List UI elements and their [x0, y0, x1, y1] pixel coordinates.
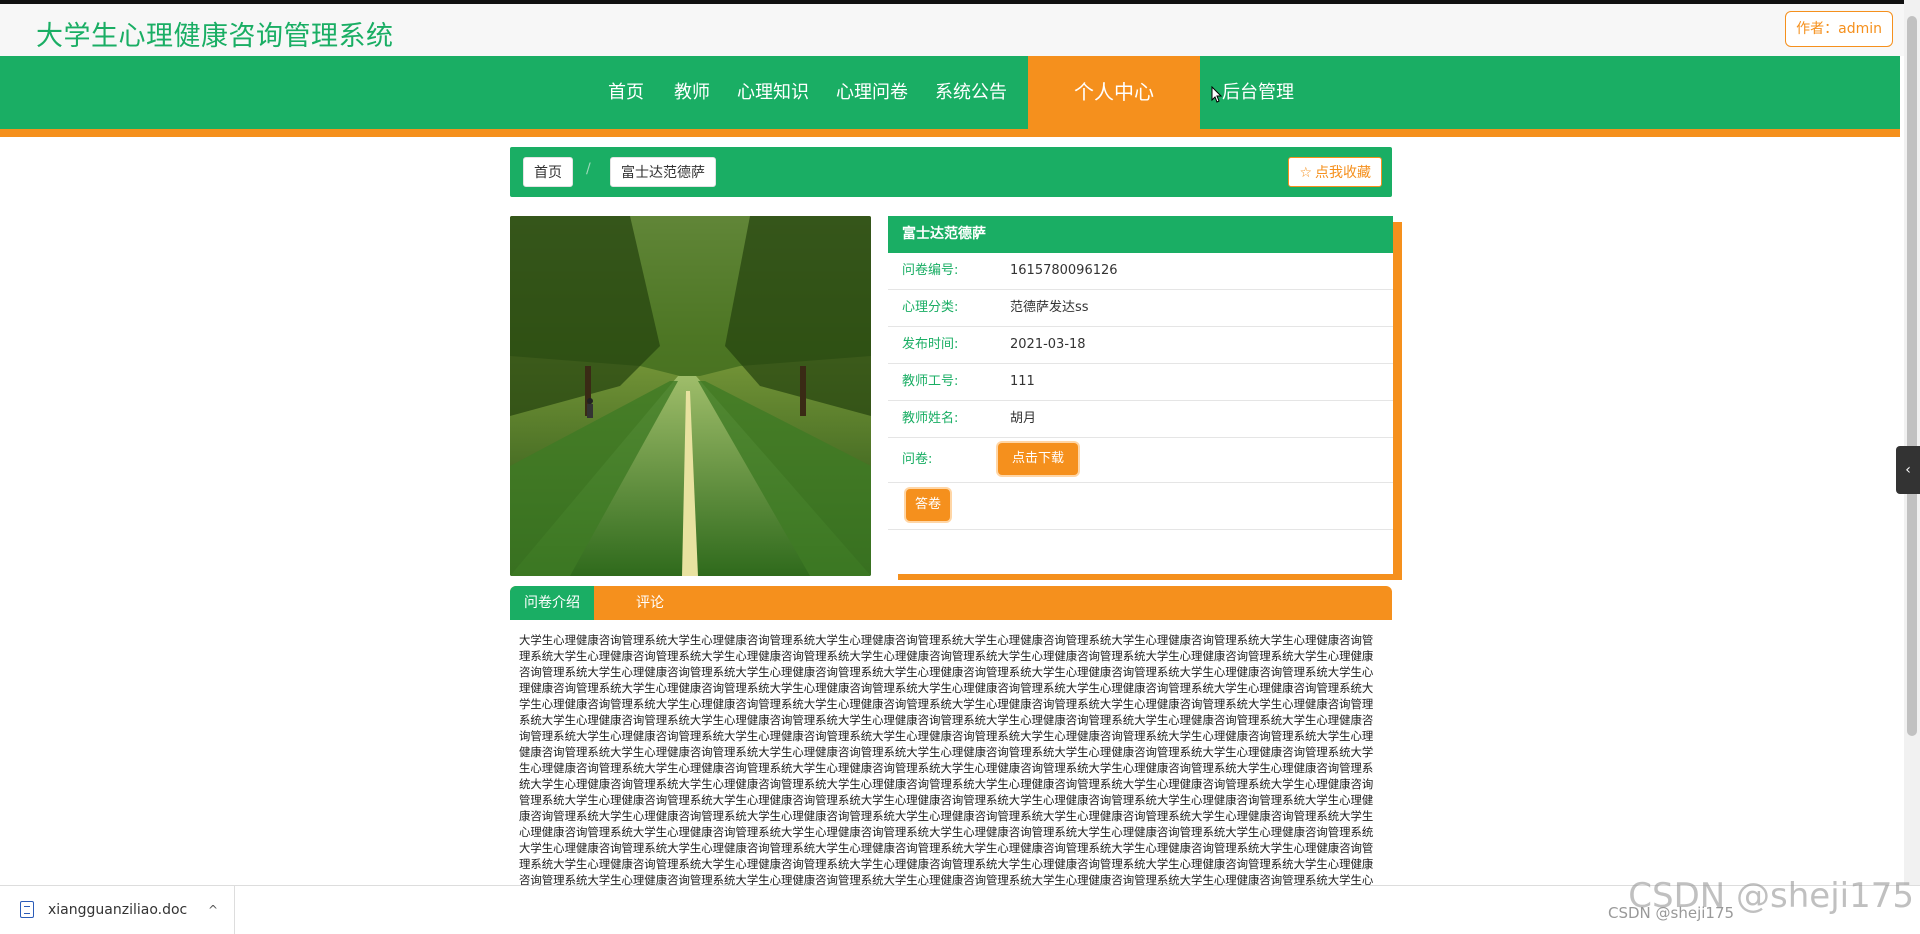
header: 大学生心理健康咨询管理系统 作者：admin: [0, 4, 1920, 56]
detail-label: 问卷编号:: [902, 263, 959, 278]
detail-label: 心理分类:: [902, 300, 959, 315]
watermark: CSDN @sheji175: [1628, 876, 1914, 916]
survey-description: 大学生心理健康咨询管理系统大学生心理健康咨询管理系统大学生心理健康咨询管理系统大…: [519, 633, 1374, 885]
tab-comments[interactable]: 评论: [610, 586, 690, 620]
main-nav: 首页 教师 心理知识 心理问卷 系统公告 后台管理: [0, 56, 1900, 129]
answer-button[interactable]: 答卷: [906, 489, 951, 521]
detail-label: 教师姓名:: [902, 411, 959, 426]
breadcrumb-separator: /: [586, 161, 591, 177]
site-title: 大学生心理健康咨询管理系统: [36, 21, 394, 52]
detail-value: 胡月: [1010, 411, 1037, 426]
nav-home[interactable]: 首页: [608, 56, 644, 129]
detail-label: 发布时间:: [902, 337, 959, 352]
survey-image: [510, 216, 871, 576]
detail-panel: 富士达范德萨 问卷编号: 1615780096126 心理分类: 范德萨发达ss…: [888, 216, 1393, 574]
download-item[interactable]: xiangguanziliao.doc ^: [16, 886, 235, 934]
download-button[interactable]: 点击下载: [998, 443, 1079, 475]
survey-label: 问卷:: [902, 452, 933, 467]
breadcrumb-home[interactable]: 首页: [523, 157, 573, 187]
breadcrumb-current[interactable]: 富士达范德萨: [610, 157, 716, 187]
doc-file-icon: [20, 901, 34, 918]
nav-admin[interactable]: 后台管理: [1222, 56, 1294, 129]
detail-label: 教师工号:: [902, 374, 959, 389]
nav-knowledge[interactable]: 心理知识: [737, 56, 809, 129]
author-badge[interactable]: 作者：admin: [1785, 11, 1893, 47]
detail-row: 发布时间: 2021-03-18: [888, 327, 1393, 364]
detail-row: 心理分类: 范德萨发达ss: [888, 290, 1393, 327]
breadcrumb: 首页 / 富士达范德萨 ☆ 点我收藏: [510, 147, 1392, 197]
tab-intro[interactable]: 问卷介绍: [510, 586, 594, 620]
side-panel-toggle[interactable]: ‹: [1896, 446, 1920, 494]
detail-value: 2021-03-18: [1010, 337, 1086, 352]
favorite-button[interactable]: ☆ 点我收藏: [1288, 157, 1382, 187]
detail-row: 教师姓名: 胡月: [888, 401, 1393, 438]
download-filename: xiangguanziliao.doc: [48, 902, 188, 918]
star-icon: ☆: [1299, 165, 1312, 181]
nav-underline: [0, 129, 1900, 137]
nav-questionnaire[interactable]: 心理问卷: [836, 56, 908, 129]
detail-value: 范德萨发达ss: [1010, 300, 1089, 315]
detail-value: 111: [1010, 374, 1035, 389]
chevron-up-icon[interactable]: ^: [208, 886, 218, 934]
nav-personal-center[interactable]: 个人中心: [1028, 56, 1200, 137]
detail-title: 富士达范德萨: [888, 216, 1393, 253]
detail-row: 教师工号: 111: [888, 364, 1393, 401]
detail-value: 1615780096126: [1010, 263, 1118, 278]
mouse-cursor-icon: [1211, 86, 1223, 103]
page-scrollbar[interactable]: [1904, 0, 1920, 885]
nav-teacher[interactable]: 教师: [674, 56, 710, 129]
scrollbar-thumb[interactable]: [1907, 16, 1917, 736]
chevron-left-icon: ‹: [1905, 462, 1911, 478]
survey-row: 问卷: 点击下载: [888, 438, 1393, 483]
answer-row: 答卷: [888, 483, 1393, 530]
favorite-label: 点我收藏: [1315, 165, 1371, 181]
tab-bar: 问卷介绍 评论: [510, 586, 1392, 620]
nav-announcement[interactable]: 系统公告: [935, 56, 1007, 129]
detail-row: 问卷编号: 1615780096126: [888, 253, 1393, 290]
